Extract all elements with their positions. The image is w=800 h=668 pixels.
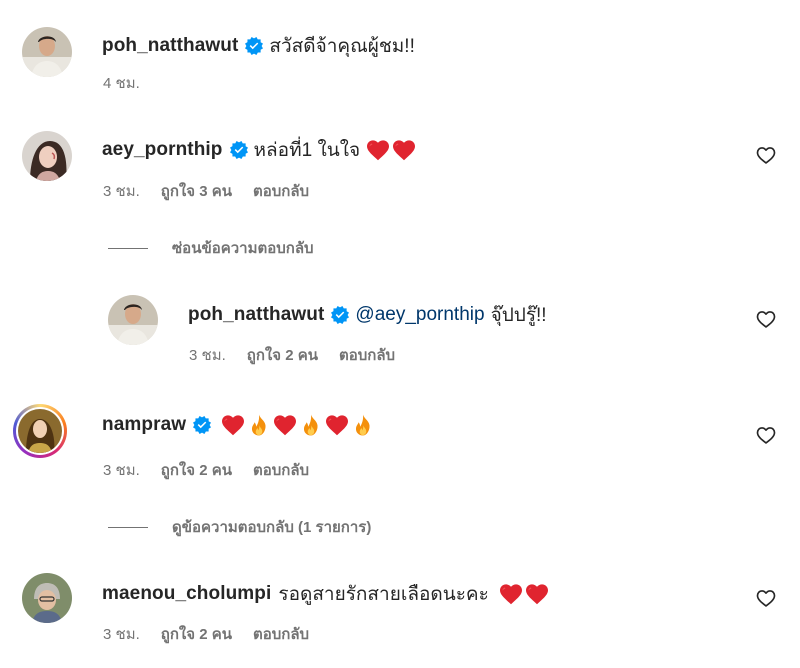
heart-emoji-icon [499, 583, 523, 605]
avatar[interactable] [22, 131, 72, 181]
fire-emoji-icon [351, 414, 375, 436]
view-replies-button[interactable]: ดูข้อความตอบกลับ (1 รายการ) [108, 515, 371, 539]
comment-text: จุ๊ปปรู๊!! [490, 305, 547, 326]
comment-time[interactable]: 3 ชม. [189, 343, 226, 367]
view-replies-label: ดูข้อความตอบกลับ (1 รายการ) [172, 519, 372, 536]
avatar-photo-icon [22, 573, 72, 623]
heart-emoji-icon [392, 139, 416, 161]
mention-link[interactable]: @aey_pornthip [355, 304, 484, 326]
comment-username[interactable]: poh_natthawut [102, 35, 238, 57]
verified-badge-icon [245, 37, 263, 55]
comment-time[interactable]: 3 ชม. [103, 458, 140, 482]
comment-item: poh_natthawut สวัสดีจ้าคุณผู้ชม!! 4 ชม. [0, 0, 800, 100]
like-count[interactable]: ถูกใจ 2 คน [247, 343, 318, 367]
comment-time[interactable]: 4 ชม. [103, 71, 140, 95]
fire-emoji-icon [299, 414, 323, 436]
comment-text: รอดูสายรักสายเลือดนะคะ [278, 584, 489, 605]
heart-like-icon[interactable] [756, 425, 776, 445]
avatar-photo-icon [22, 131, 72, 181]
divider [108, 247, 148, 249]
hide-replies-button[interactable]: ซ่อนข้อความตอบกลับ [108, 236, 314, 260]
verified-badge-icon [331, 306, 349, 324]
avatar[interactable] [22, 27, 72, 77]
fire-emoji-icon [247, 414, 271, 436]
verified-badge-icon [193, 416, 211, 434]
heart-emoji-icon [525, 583, 549, 605]
comment-item: aey_pornthip หล่อที่1 ในใจ 3 ชม. ถูกใจ 3… [0, 100, 800, 257]
divider [108, 526, 148, 528]
reply-button[interactable]: ตอบกลับ [253, 179, 309, 203]
reply-button[interactable]: ตอบกลับ [253, 622, 309, 646]
avatar-photo-icon [108, 295, 158, 345]
heart-like-icon[interactable] [756, 145, 776, 165]
reply-button[interactable]: ตอบกลับ [339, 343, 395, 367]
avatar-photo-icon [18, 409, 62, 453]
comment-item: nampraw 3 ชม. ถูกใจ 2 คน ตอบกลับ ดูข้อคว… [0, 390, 800, 540]
heart-emoji-icon [221, 414, 245, 436]
avatar[interactable] [108, 295, 158, 345]
comment-username[interactable]: aey_pornthip [102, 139, 223, 161]
avatar[interactable] [22, 573, 72, 623]
comment-username[interactable]: nampraw [102, 414, 186, 436]
reply-item: poh_natthawut @aey_pornthip จุ๊ปปรู๊!! 3… [0, 285, 800, 375]
comment-item: maenou_cholumpi รอดูสายรักสายเลือดนะคะ 3… [0, 560, 800, 660]
like-count[interactable]: ถูกใจ 3 คน [161, 179, 232, 203]
comment-username[interactable]: poh_natthawut [188, 304, 324, 326]
avatar-photo-icon [22, 27, 72, 77]
avatar-story-ring[interactable] [13, 404, 67, 458]
comment-text: สวัสดีจ้าคุณผู้ชม!! [269, 36, 415, 57]
heart-emoji-icon [366, 139, 390, 161]
hide-replies-label: ซ่อนข้อความตอบกลับ [172, 240, 314, 257]
comment-username[interactable]: maenou_cholumpi [102, 583, 271, 605]
like-count[interactable]: ถูกใจ 2 คน [161, 458, 232, 482]
heart-like-icon[interactable] [756, 309, 776, 329]
comment-text: หล่อที่1 ในใจ [253, 140, 361, 161]
comment-time[interactable]: 3 ชม. [103, 179, 140, 203]
heart-like-icon[interactable] [756, 588, 776, 608]
reply-button[interactable]: ตอบกลับ [253, 458, 309, 482]
verified-badge-icon [230, 141, 248, 159]
heart-emoji-icon [325, 414, 349, 436]
comment-time[interactable]: 3 ชม. [103, 622, 140, 646]
heart-emoji-icon [273, 414, 297, 436]
like-count[interactable]: ถูกใจ 2 คน [161, 622, 232, 646]
